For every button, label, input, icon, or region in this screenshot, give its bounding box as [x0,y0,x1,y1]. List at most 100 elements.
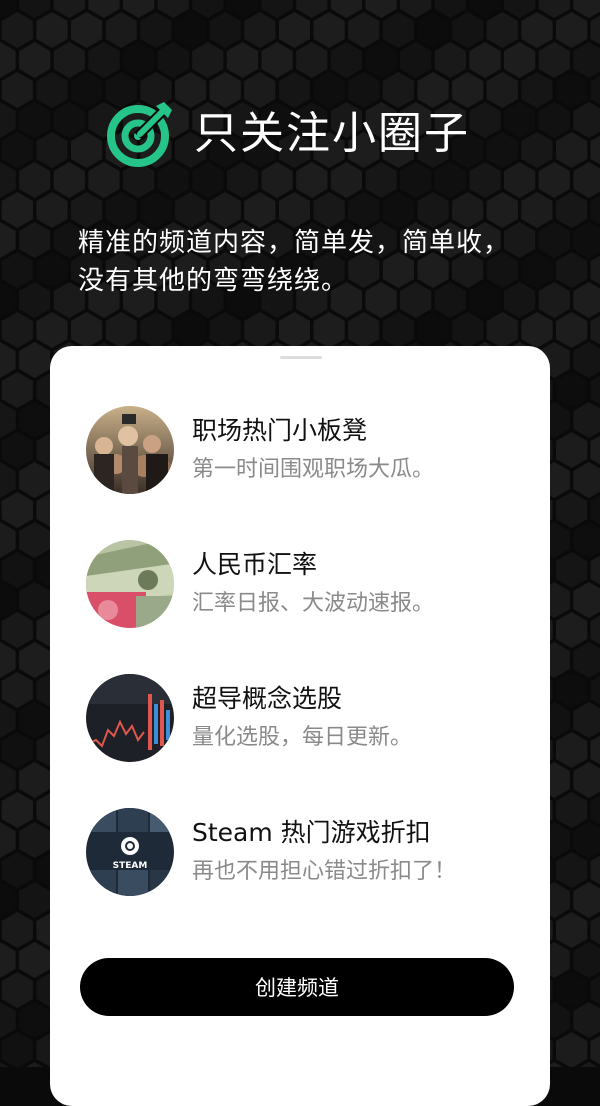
background-hexagon [105,192,137,228]
background-hexagon [434,0,466,18]
background-hexagon [313,12,345,48]
background-hexagon [53,102,85,138]
background-hexagon [174,312,207,348]
background-hexagon [19,702,51,738]
background-hexagon [226,42,259,78]
background-hexagon [313,312,345,348]
background-hexagon [590,495,600,525]
background-hexagon [538,102,570,138]
background-hexagon [590,15,600,45]
drag-handle[interactable] [280,356,322,359]
background-hexagon [19,762,51,798]
background-hexagon [0,462,16,498]
channel-item-workplace[interactable]: 职场热门小板凳 第一时间围观职场大瓜。 [86,404,526,496]
background-hexagon [1,612,33,648]
background-hexagon [469,0,501,18]
background-hexagon [365,42,397,78]
background-hexagon [0,702,16,738]
background-hexagon [19,642,51,678]
background-hexagon [556,792,588,828]
background-hexagon [469,162,501,198]
channel-desc: 第一时间围观职场大瓜。 [192,457,435,482]
background-hexagon [452,192,484,228]
background-hexagon [573,102,600,138]
background-hexagon [504,102,536,138]
background-hexagon [573,642,600,678]
background-hexagon [538,222,570,258]
channel-item-steam[interactable]: STEAM Steam 热门游戏折扣 再也不用担心错过折扣了！ [86,806,526,898]
background-hexagon [1,72,33,108]
background-hexagon [140,312,172,348]
channel-item-rmb-rate[interactable]: 人民币汇率 汇率日报、大波动速报。 [86,538,526,630]
background-hexagon [1,432,33,468]
channel-desc: 再也不用担心错过折扣了！ [192,859,457,884]
background-hexagon [556,252,588,288]
background-hexagon [538,0,570,18]
background-hexagon [400,42,432,78]
currency-notes-avatar [86,540,174,628]
background-hexagon [573,462,600,498]
background-hexagon [226,0,259,18]
background-hexagon [556,72,588,108]
background-hexagon [348,192,380,228]
channel-desc: 汇率日报、大波动速报。 [192,591,435,616]
background-hexagon [71,132,103,168]
background-hexagon [573,702,600,738]
background-hexagon [556,912,588,948]
create-channel-button[interactable]: 创建频道 [80,958,514,1016]
background-hexagon [36,132,68,168]
channel-desc: 量化选股，每日更新。 [192,725,413,750]
background-hexagon [209,312,241,348]
background-hexagon [573,162,600,198]
background-hexagon [590,195,600,225]
background-hexagon [573,822,600,858]
background-hexagon [486,132,518,168]
app-header: 只关注小圈子 [104,98,470,170]
background-hexagon [417,192,449,228]
background-hexagon [1,12,33,48]
background-hexagon [71,12,103,48]
background-hexagon [105,312,137,348]
background-hexagon [521,132,553,168]
background-hexagon [538,42,570,78]
background-hexagon [521,12,553,48]
background-hexagon [209,192,241,228]
background-hexagon [1,732,33,768]
background-hexagon [590,615,600,645]
background-hexagon [556,492,588,528]
background-hexagon [486,72,518,108]
background-hexagon [0,522,16,558]
background-hexagon [452,312,484,348]
background-hexagon [1,792,33,828]
background-hexagon [209,12,241,48]
background-hexagon [19,162,51,198]
background-hexagon [573,222,600,258]
background-hexagon [590,135,600,165]
background-hexagon [0,102,16,138]
background-hexagon [573,582,600,618]
background-hexagon [19,342,51,378]
background-hexagon [261,42,293,78]
target-arrow-icon [107,102,172,167]
tagline-line-2: 没有其他的弯弯绕绕。 [78,266,349,296]
background-hexagon [19,462,51,498]
background-hexagon [19,222,51,258]
channel-item-superconductor[interactable]: 超导概念选股 量化选股，每日更新。 [86,672,526,764]
background-hexagon [0,222,16,258]
background-hexagon [573,522,600,558]
background-hexagon [88,42,120,78]
background-hexagon [19,282,51,318]
background-hexagon [573,762,600,798]
background-hexagon [1,132,33,168]
background-hexagon [36,252,68,288]
background-hexagon [1,192,33,228]
app-title: 只关注小圈子 [194,108,470,159]
background-hexagon [19,102,51,138]
background-hexagon [296,0,328,18]
background-hexagon [157,42,189,78]
channel-name: 超导概念选股 [192,684,343,713]
background-hexagon [486,312,518,348]
background-hexagon [504,0,536,18]
background-hexagon [174,192,207,228]
background-hexagon [590,855,600,885]
